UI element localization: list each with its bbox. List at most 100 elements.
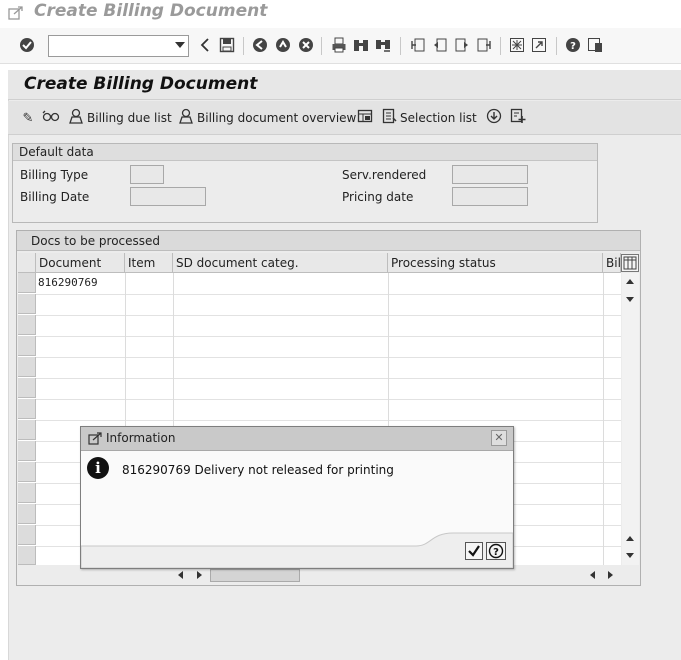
svg-text:?: ? xyxy=(570,41,576,52)
new-session-icon[interactable] xyxy=(508,36,526,54)
column-header-document[interactable]: Document xyxy=(36,253,125,273)
info-icon: i xyxy=(87,457,109,479)
row-selector[interactable] xyxy=(18,399,36,419)
page-title: Create Billing Document xyxy=(24,74,258,94)
window-exit-icon xyxy=(88,432,102,445)
row-selector[interactable] xyxy=(18,336,36,356)
column-header-item[interactable]: Item xyxy=(125,253,173,273)
dialog-message: 816290769 Delivery not released for prin… xyxy=(122,463,394,477)
serv-rendered-input[interactable] xyxy=(452,165,528,184)
row-selector[interactable] xyxy=(18,420,36,440)
scroll-down-icon[interactable] xyxy=(626,297,634,302)
change-button[interactable]: ✎ xyxy=(20,109,36,127)
help-button[interactable]: ? xyxy=(486,542,506,560)
shortcut-icon[interactable] xyxy=(530,36,548,54)
billing-due-list-button[interactable]: Billing due list xyxy=(68,108,172,127)
scroll-right-icon[interactable] xyxy=(197,571,202,579)
row-selector[interactable] xyxy=(18,504,36,524)
download-button[interactable] xyxy=(486,108,502,128)
scroll-right-icon[interactable] xyxy=(608,571,613,579)
row-selector[interactable] xyxy=(18,357,36,377)
row-divider xyxy=(36,420,621,421)
select-all-cell[interactable] xyxy=(18,253,36,273)
exit-icon[interactable] xyxy=(274,36,292,54)
default-data-title: Default data xyxy=(13,144,597,161)
toolbar-divider xyxy=(500,37,501,55)
find-icon[interactable] xyxy=(352,36,370,54)
billing-date-label: Billing Date xyxy=(20,190,90,204)
chevron-down-icon[interactable] xyxy=(175,42,185,48)
horizontal-scrollbar[interactable] xyxy=(18,567,639,583)
download-icon xyxy=(486,108,502,128)
row-selector[interactable] xyxy=(18,546,36,565)
docs-table-title: Docs to be processed xyxy=(17,231,640,251)
scroll-left-icon[interactable] xyxy=(178,571,183,579)
row-selector[interactable] xyxy=(18,315,36,335)
svg-text:?: ? xyxy=(493,547,499,558)
first-page-icon[interactable] xyxy=(409,36,427,54)
row-selector[interactable] xyxy=(18,525,36,545)
row-selector[interactable] xyxy=(18,378,36,398)
serv-rendered-label: Serv.rendered xyxy=(342,168,427,182)
dialog-title: Information xyxy=(106,431,176,445)
row-divider xyxy=(36,378,621,379)
row-selector[interactable] xyxy=(18,441,36,461)
cancel-icon[interactable] xyxy=(297,36,315,54)
row-divider xyxy=(36,357,621,358)
command-field[interactable] xyxy=(48,35,189,57)
find-next-icon[interactable] xyxy=(374,36,392,54)
selection-list-label: Selection list xyxy=(400,111,477,125)
back-icon[interactable] xyxy=(196,36,214,54)
back-arrow-icon[interactable] xyxy=(251,36,269,54)
vertical-scrollbar[interactable] xyxy=(622,273,639,565)
next-page-icon[interactable] xyxy=(453,36,471,54)
column-header-status[interactable]: Processing status xyxy=(388,253,603,273)
last-page-icon[interactable] xyxy=(475,36,493,54)
dialog-footer xyxy=(81,532,513,568)
row-selector[interactable] xyxy=(18,294,36,314)
scrollbar-thumb[interactable] xyxy=(210,569,300,582)
scroll-up-icon[interactable] xyxy=(626,536,634,541)
row-selector[interactable] xyxy=(18,462,36,482)
row-divider xyxy=(36,336,621,337)
billing-date-input[interactable] xyxy=(130,187,206,206)
scroll-down-icon[interactable] xyxy=(626,553,634,558)
row-divider xyxy=(36,315,621,316)
person-icon xyxy=(178,108,194,128)
add-document-icon xyxy=(510,108,526,128)
add-entry-button[interactable] xyxy=(510,108,526,128)
scroll-left-icon[interactable] xyxy=(590,571,595,579)
layout-icon[interactable] xyxy=(586,36,604,54)
table-cell-document[interactable]: 816290769 xyxy=(38,276,98,289)
table-view-button[interactable] xyxy=(357,109,373,127)
window-title: Create Billing Document xyxy=(34,1,268,21)
toolbar-divider xyxy=(321,37,322,55)
row-selector[interactable] xyxy=(18,483,36,503)
print-icon[interactable] xyxy=(330,36,348,54)
selection-list-button[interactable]: Selection list xyxy=(381,108,477,128)
pricing-date-label: Pricing date xyxy=(342,190,414,204)
column-header-category[interactable]: SD document categ. xyxy=(173,253,388,273)
display-button[interactable] xyxy=(42,109,60,127)
row-selector[interactable] xyxy=(18,273,36,293)
close-icon[interactable]: ✕ xyxy=(491,430,507,446)
billing-document-overview-label: Billing document overview xyxy=(197,111,357,125)
glasses-icon xyxy=(42,110,60,126)
list-icon xyxy=(381,108,397,128)
help-icon[interactable]: ? xyxy=(564,36,582,54)
pricing-date-input[interactable] xyxy=(452,187,528,206)
ok-button[interactable] xyxy=(465,542,483,560)
column-header-billing[interactable]: Billi xyxy=(603,253,621,273)
window-exit-icon xyxy=(8,6,23,20)
column-divider xyxy=(603,273,604,565)
previous-page-icon[interactable] xyxy=(431,36,449,54)
enter-icon[interactable] xyxy=(18,36,36,54)
column-settings-icon[interactable] xyxy=(621,254,639,272)
save-icon[interactable] xyxy=(218,36,236,54)
table-icon xyxy=(357,108,373,128)
billing-type-label: Billing Type xyxy=(20,168,89,182)
billing-document-overview-button[interactable]: Billing document overview xyxy=(178,108,357,128)
billing-due-list-label: Billing due list xyxy=(87,111,172,125)
scroll-up-icon[interactable] xyxy=(626,279,634,284)
billing-type-input[interactable] xyxy=(130,165,164,184)
